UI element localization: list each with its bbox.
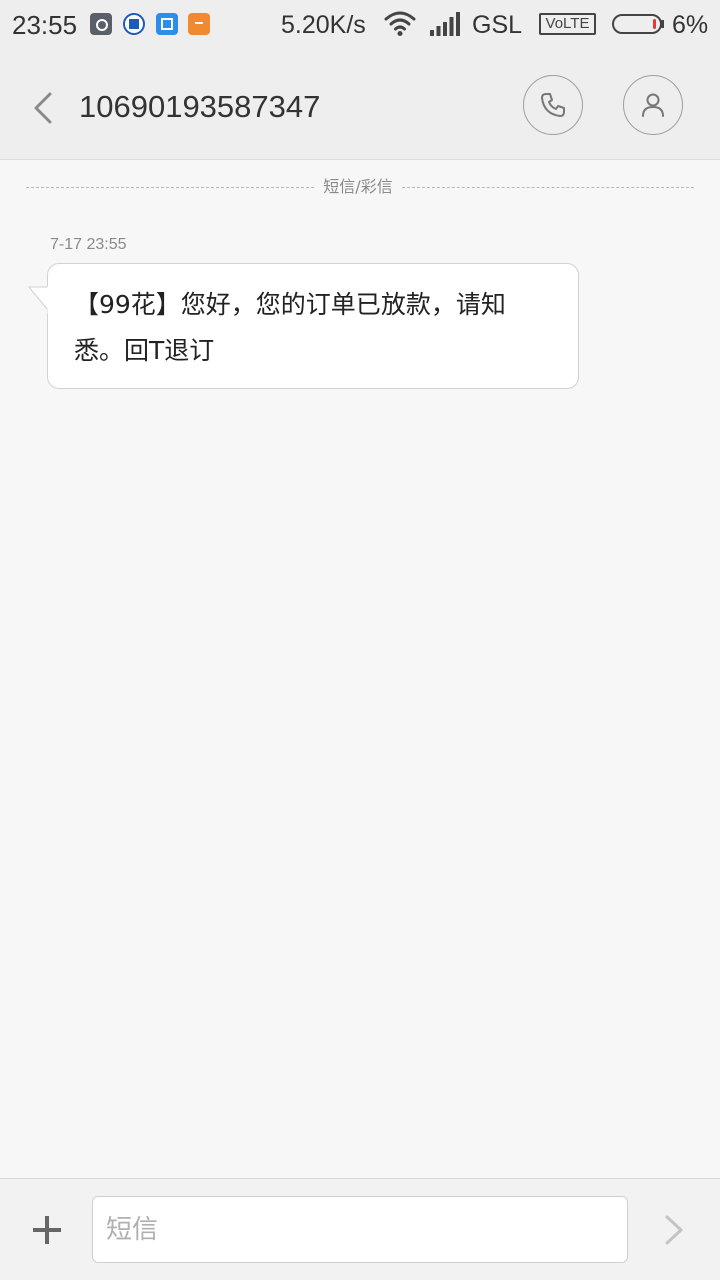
person-icon (642, 93, 664, 117)
message-text-line: 悉。回T退订 (74, 336, 215, 365)
status-time: 23:55 (12, 10, 78, 40)
message-input[interactable] (92, 1196, 628, 1263)
signal-strength-icon (430, 12, 460, 36)
bubble-tail (28, 286, 50, 314)
contact-info-button[interactable] (623, 75, 683, 135)
conversation-header: 10690193587347 (0, 52, 720, 160)
phone-icon (541, 93, 565, 117)
message-timestamp: 7-17 23:55 (50, 236, 127, 253)
settings-app-icon (90, 13, 112, 35)
shopping-bag-app-icon (188, 13, 210, 35)
divider-line (402, 187, 694, 188)
wifi-icon (384, 11, 416, 36)
message-bubble[interactable]: 【99花】您好，您的订单已放款，请知 悉。回T退订 (47, 263, 579, 389)
battery-tip (661, 20, 664, 28)
volte-badge: VoLTE (539, 13, 596, 35)
message-type-divider: 短信/彩信 (26, 175, 694, 199)
send-button[interactable] (662, 1213, 686, 1247)
bank-app-icon (123, 13, 145, 35)
back-button[interactable] (28, 88, 58, 128)
battery-level (653, 19, 656, 29)
message-type-label: 短信/彩信 (323, 177, 393, 196)
network-speed: 5.20K/s (281, 11, 366, 39)
composer-bar (0, 1178, 720, 1280)
contact-number: 10690193587347 (79, 89, 321, 124)
add-attachment-button[interactable] (30, 1213, 64, 1247)
divider-line (26, 187, 314, 188)
message-text-line: 【99花】您好，您的订单已放款，请知 (74, 290, 506, 319)
taobao-app-icon (156, 13, 178, 35)
call-button[interactable] (523, 75, 583, 135)
carrier-name: GSL (472, 11, 523, 39)
battery-icon (612, 14, 662, 34)
sms-thread-screen: 23:55 5.20K/s GSL VoLTE 6% 1069019358734… (0, 0, 720, 1280)
battery-percent: 6% (672, 11, 709, 39)
status-bar: 23:55 5.20K/s GSL VoLTE 6% (0, 0, 720, 52)
